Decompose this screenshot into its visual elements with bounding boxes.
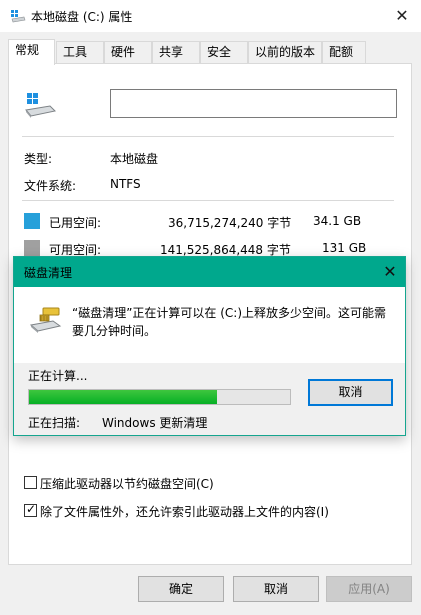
progress-bar [28, 389, 291, 405]
dialog-message: “磁盘清理”正在计算可以在 (C:)上释放多少空间。这可能需要几分钟时间。 [72, 306, 387, 338]
tab-quota[interactable]: 配额 [322, 41, 366, 64]
index-checkbox[interactable]: ✓ [24, 502, 37, 517]
compress-checkbox[interactable] [24, 476, 37, 489]
filesystem-label: 文件系统: [24, 179, 77, 193]
tab-general[interactable]: 常规 [8, 39, 55, 65]
used-space-bytes: 36,715,274,240 字节 [168, 216, 292, 230]
dialog-title: 磁盘清理 [24, 266, 73, 280]
window-title: 本地磁盘 (C:) 属性 [31, 10, 133, 24]
compress-label[interactable]: 压缩此驱动器以节约磁盘空间(C) [40, 475, 214, 492]
scanning-item: Windows 更新清理 [102, 416, 208, 430]
checkmark-icon: ✓ [26, 502, 37, 516]
dialog-cancel-button[interactable]: 取消 [308, 379, 393, 406]
type-value: 本地磁盘 [110, 152, 159, 166]
tab-security[interactable]: 安全 [200, 41, 248, 64]
status-text: 正在计算... [28, 369, 88, 383]
separator [22, 136, 394, 137]
index-label[interactable]: 除了文件属性外，还允许索引此驱动器上文件的内容(I) [40, 503, 329, 520]
used-space-swatch [24, 213, 40, 229]
free-space-size: 131 GB [322, 241, 367, 255]
filesystem-value: NTFS [110, 177, 141, 191]
close-button[interactable]: ✕ [392, 6, 412, 26]
progress-fill [29, 390, 217, 404]
separator [22, 200, 394, 201]
dialog-close-button[interactable]: ✕ [380, 262, 400, 282]
cancel-button[interactable]: 取消 [233, 576, 319, 602]
tab-tools[interactable]: 工具 [56, 41, 104, 64]
ok-button[interactable]: 确定 [138, 576, 224, 602]
free-space-swatch [24, 240, 40, 256]
drive-icon [11, 10, 26, 23]
dialog-title-bar: 磁盘清理 ✕ [14, 257, 405, 287]
disk-cleanup-dialog: 磁盘清理 ✕ “磁盘清理”正在计算可以在 (C:)上释放多少空间。这可能需要几分… [13, 256, 406, 436]
tab-previous-versions[interactable]: 以前的版本 [248, 41, 322, 64]
tab-sharing[interactable]: 共享 [152, 41, 200, 64]
scanning-label: 正在扫描: [28, 416, 81, 430]
drive-name-input[interactable] [110, 89, 397, 118]
type-label: 类型: [24, 152, 53, 166]
disk-cleanup-icon [29, 307, 62, 333]
tab-hardware[interactable]: 硬件 [104, 41, 152, 64]
used-space-size: 34.1 GB [313, 214, 362, 228]
used-space-label: 已用空间: [49, 216, 102, 230]
dialog-message-area: “磁盘清理”正在计算可以在 (C:)上释放多少空间。这可能需要几分钟时间。 [14, 287, 405, 363]
drive-icon [25, 93, 57, 118]
apply-button[interactable]: 应用(A) [326, 576, 412, 602]
title-bar: 本地磁盘 (C:) 属性 ✕ [0, 0, 421, 32]
